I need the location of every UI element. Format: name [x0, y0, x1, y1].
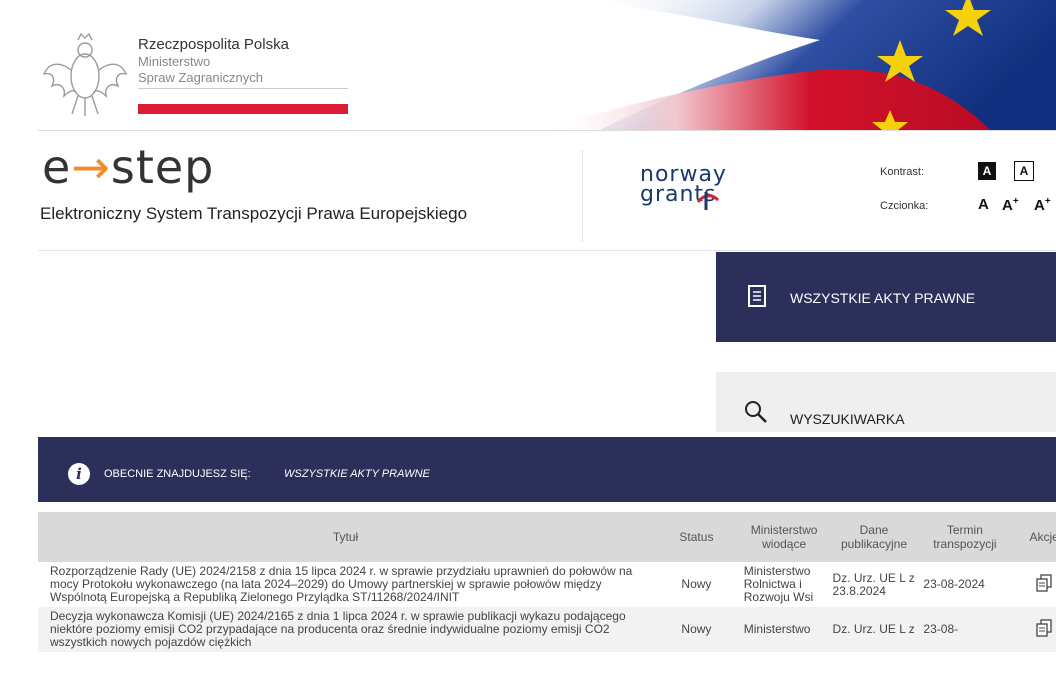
eu-flag-image: [540, 0, 1056, 130]
ministry-red-bar: [138, 104, 348, 114]
logo-e: e: [42, 140, 72, 194]
font-xlarge-label: A: [1034, 197, 1045, 214]
header-banner: Rzeczpospolita Polska Ministerstwo Spraw…: [0, 0, 1056, 130]
nav-search-label[interactable]: WYSZUKIWARKA: [790, 411, 905, 427]
copy-icon[interactable]: [1036, 619, 1052, 637]
header-divider: [38, 130, 1056, 131]
norway-grants-mark-icon: [696, 192, 720, 210]
column-header-deadline[interactable]: Termin transpozycji: [919, 512, 1011, 562]
header-vertical-divider: [582, 150, 583, 242]
row-status: Nowy: [653, 562, 740, 607]
copy-icon[interactable]: [1036, 574, 1052, 592]
ministry-name: Spraw Zagranicznych: [138, 70, 263, 85]
table-row[interactable]: Decyzja wykonawcza Komisji (UE) 2024/216…: [38, 607, 1056, 652]
estep-logo[interactable]: e→step: [42, 140, 214, 194]
acts-table: Tytuł Status Ministerstwo wiodące Dane p…: [38, 512, 1056, 652]
font-large-sup: +: [1012, 196, 1019, 207]
acts-table-container: Tytuł Status Ministerstwo wiodące Dane p…: [38, 512, 1056, 697]
font-xlarge-button[interactable]: A+: [1034, 196, 1051, 214]
row-actions: [1010, 607, 1056, 652]
search-icon: [745, 401, 767, 423]
row-publication: Dz. Urz. UE L z 23.8.2024: [828, 562, 920, 607]
table-header-row: Tytuł Status Ministerstwo wiodące Dane p…: [38, 512, 1056, 562]
row-status: Nowy: [653, 607, 740, 652]
nav-all-acts-label[interactable]: WSZYSTKIE AKTY PRAWNE: [790, 290, 975, 306]
column-header-ministry[interactable]: Ministerstwo wiodące: [739, 512, 829, 562]
font-size-label: Czcionka:: [880, 200, 929, 212]
contrast-dark-button[interactable]: A: [978, 162, 996, 180]
row-title[interactable]: Rozporządzenie Rady (UE) 2024/2158 z dni…: [38, 562, 654, 607]
logo-step: step: [110, 140, 215, 194]
font-large-label: A: [1002, 197, 1013, 214]
font-xlarge-sup: +: [1044, 196, 1051, 207]
row-deadline: 23-08-: [919, 607, 1011, 652]
header-bottom-divider: [38, 250, 1056, 251]
logo-arrow-icon: →: [71, 140, 111, 194]
ministry-label: Ministerstwo: [138, 54, 211, 69]
column-header-actions: Akcje: [1010, 512, 1056, 562]
font-normal-label: A: [978, 196, 989, 213]
breadcrumb-current: WSZYSTKIE AKTY PRAWNE: [284, 468, 430, 480]
font-large-button[interactable]: A+: [1002, 196, 1019, 214]
row-title[interactable]: Decyzja wykonawcza Komisji (UE) 2024/216…: [38, 607, 654, 652]
info-icon: i: [68, 463, 90, 485]
row-ministry: Ministerstwo Rolnictwa i Rozwoju Wsi: [739, 562, 829, 607]
row-actions: [1010, 562, 1056, 607]
row-publication: Dz. Urz. UE L z: [828, 607, 920, 652]
contrast-label: Kontrast:: [880, 166, 925, 178]
row-ministry: Ministerstwo: [739, 607, 829, 652]
breadcrumb-prefix: OBECNIE ZNAJDUJESZ SIĘ:: [104, 468, 251, 480]
font-normal-button[interactable]: A: [978, 196, 989, 213]
eagle-emblem-icon: [42, 32, 128, 116]
ministry-country: Rzeczpospolita Polska: [138, 36, 289, 53]
column-header-title[interactable]: Tytuł: [38, 512, 654, 562]
table-row[interactable]: Rozporządzenie Rady (UE) 2024/2158 z dni…: [38, 562, 1056, 607]
column-header-publication[interactable]: Dane publikacyjne: [828, 512, 920, 562]
app-subtitle: Elektroniczny System Transpozycji Prawa …: [40, 204, 468, 223]
document-icon: [748, 285, 766, 307]
contrast-light-button[interactable]: A: [1014, 161, 1034, 181]
row-deadline: 23-08-2024: [919, 562, 1011, 607]
column-header-status[interactable]: Status: [653, 512, 740, 562]
ministry-separator: [138, 88, 348, 89]
